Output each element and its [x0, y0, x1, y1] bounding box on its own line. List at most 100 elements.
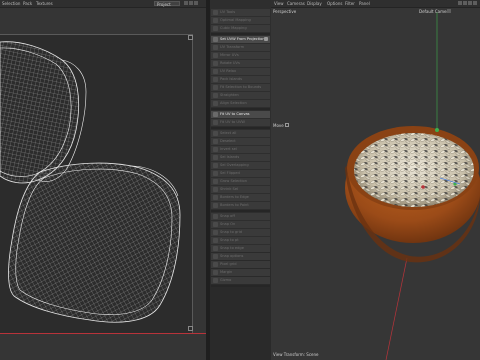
tool-item-label: Cubic Mapping — [220, 26, 247, 30]
tool-item[interactable]: Rotate UVs — [211, 60, 270, 67]
tool-icon — [213, 37, 218, 42]
orbit-icon[interactable] — [468, 1, 472, 5]
tool-group-separator — [211, 210, 270, 212]
tool-item[interactable]: Fit UV to Canvas — [211, 111, 270, 118]
uv-menu-item[interactable]: Selection — [2, 1, 20, 6]
tool-item[interactable]: Margin — [211, 269, 270, 276]
viewport-scene — [345, 12, 480, 360]
tool-item-label: Sel Flipped — [220, 171, 240, 175]
tool-icon — [213, 222, 218, 227]
layout-icon[interactable] — [189, 1, 193, 5]
tool-item[interactable]: Snap to grid — [211, 229, 270, 236]
tool-item[interactable]: Snap to edge — [211, 245, 270, 252]
tool-item[interactable]: Set UVW From Projection — [211, 36, 270, 43]
viewport-nav-icons — [457, 1, 477, 6]
move-icon — [285, 123, 289, 127]
tool-item[interactable]: Straighten — [211, 92, 270, 99]
uv-menu-item[interactable]: Textures — [36, 1, 53, 6]
grid-icon[interactable] — [184, 1, 188, 5]
tool-item-label: Pack Islands — [220, 77, 242, 81]
tool-icon — [213, 155, 218, 160]
tool-item[interactable]: Deselect — [211, 138, 270, 145]
tool-group-separator — [211, 108, 270, 110]
tool-icon — [213, 195, 218, 200]
tool-item-label: Deselect — [220, 139, 236, 143]
tool-item[interactable]: Invert sel — [211, 146, 270, 153]
u-axis-line — [0, 333, 206, 334]
tool-item[interactable]: Fit Selection to Bounds — [211, 84, 270, 91]
tool-item[interactable]: Sel Overlapping — [211, 162, 270, 169]
tool-group-separator — [211, 33, 270, 35]
tool-item[interactable]: Snap to pt — [211, 237, 270, 244]
tool-item[interactable]: UV Transform — [211, 44, 270, 51]
tool-item[interactable]: Borders to Edge — [211, 194, 270, 201]
viewport-menu-filter[interactable]: Filter — [345, 1, 355, 6]
tool-group-separator — [211, 127, 270, 129]
tool-item[interactable]: Pack Islands — [211, 76, 270, 83]
tool-icon — [213, 139, 218, 144]
tool-item[interactable]: Grow Selection — [211, 178, 270, 185]
tool-item-label: Optimal Mapping — [220, 18, 251, 22]
tool-item[interactable]: Sel Flipped — [211, 170, 270, 177]
maximize-icon[interactable] — [473, 1, 477, 5]
tool-item-label: Select all — [220, 131, 237, 135]
tool-item[interactable]: Mirror UVs — [211, 52, 270, 59]
camera-icon[interactable] — [447, 9, 451, 13]
tool-item[interactable]: UV Tools — [211, 9, 270, 16]
tool-icon — [213, 171, 218, 176]
tool-item[interactable]: Pixel grid — [211, 261, 270, 268]
tool-icon — [213, 77, 218, 82]
tool-icon — [213, 93, 218, 98]
tool-item-label: Pixel grid — [220, 262, 237, 266]
uv-menu-item[interactable]: Pack — [23, 1, 32, 6]
project-select[interactable]: Project — [154, 1, 180, 7]
tool-icon — [213, 203, 218, 208]
uv-toolbar-icons — [184, 1, 199, 6]
tool-item-label: Mirror UVs — [220, 53, 239, 57]
tool-item[interactable]: Shrink Sel — [211, 186, 270, 193]
tool-icon — [213, 131, 218, 136]
tool-item[interactable]: Snap On — [211, 221, 270, 228]
viewport-camera-label[interactable]: Default Camera — [419, 9, 451, 14]
tool-item[interactable]: Gizmo — [211, 277, 270, 284]
tool-item[interactable]: Select all — [211, 130, 270, 137]
view-transform-label: View Transform: Scene — [273, 352, 319, 357]
tool-options-icon[interactable] — [264, 37, 268, 41]
viewport-menu-display[interactable]: Display — [307, 1, 322, 6]
tool-item-label: Fit UV to UVW — [220, 120, 245, 124]
tool-icon — [213, 112, 218, 117]
tool-icon — [213, 163, 218, 168]
tool-item[interactable]: Borders to Point — [211, 202, 270, 209]
tool-group-separator — [211, 285, 270, 287]
zoom-icon[interactable] — [463, 1, 467, 5]
uv-mesh-wireframe — [0, 41, 181, 323]
tool-item[interactable]: Align Selection — [211, 100, 270, 107]
viewport-menu-options[interactable]: Options — [327, 1, 342, 6]
tool-icon — [213, 69, 218, 74]
tool-item-label: Shrink Sel — [220, 187, 239, 191]
viewport-menu-cameras[interactable]: Cameras — [287, 1, 305, 6]
tool-item[interactable]: UV Relax — [211, 68, 270, 75]
tool-item-label: Set UVW From Projection — [220, 37, 265, 41]
tool-icon — [213, 230, 218, 235]
tool-item-label: Gizmo — [220, 278, 232, 282]
maximize-icon[interactable] — [194, 1, 198, 5]
tool-icon — [213, 238, 218, 243]
viewport-menubar: View Cameras Display Options Filter Pane… — [271, 0, 480, 8]
tool-item-label: Rotate UVs — [220, 61, 240, 65]
viewport-menu-view[interactable]: View — [274, 1, 284, 6]
pan-icon[interactable] — [458, 1, 462, 5]
tool-item-label: Fit UV to Canvas — [220, 112, 250, 116]
tool-item[interactable]: Fit UV to UVW — [211, 119, 270, 126]
tool-item[interactable]: Sel Islands — [211, 154, 270, 161]
viewport-menu-panel[interactable]: Panel — [359, 1, 370, 6]
tool-icon — [213, 179, 218, 184]
tool-item[interactable]: Cubic Mapping — [211, 25, 270, 32]
tool-item[interactable]: Snap off — [211, 213, 270, 220]
tool-item[interactable]: Optimal Mapping — [211, 17, 270, 24]
tool-item-label: Snap to edge — [220, 246, 244, 250]
tool-item-label: UV Relax — [220, 69, 237, 73]
tool-item-label: UV Transform — [220, 45, 245, 49]
tool-item-label: Borders to Edge — [220, 195, 249, 199]
tool-item[interactable]: Snap options — [211, 253, 270, 260]
